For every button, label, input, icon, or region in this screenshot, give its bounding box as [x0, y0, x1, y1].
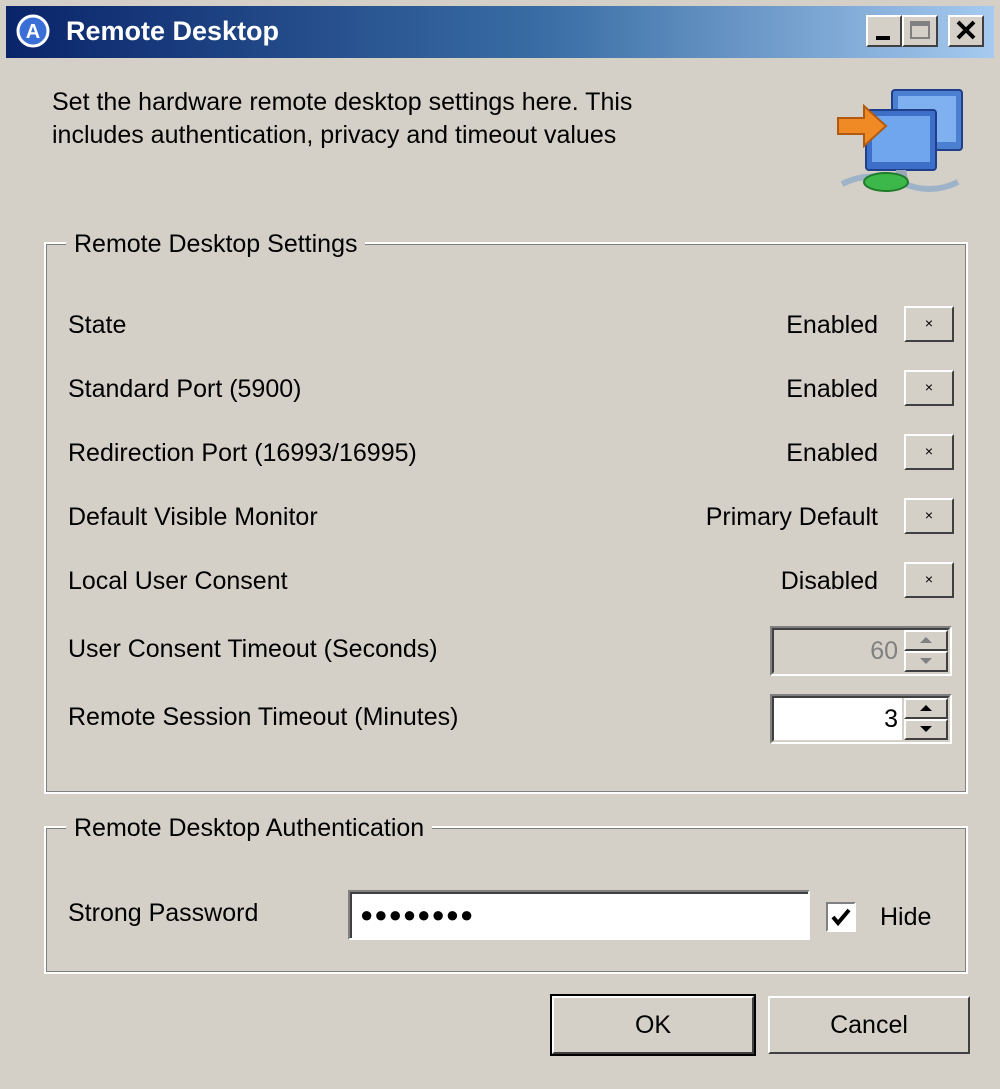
strong-password-value: ●●●●●●●● [350, 892, 808, 938]
default-monitor-toggle-button[interactable]: × [904, 498, 954, 534]
local-user-consent-toggle-button[interactable]: × [904, 562, 954, 598]
intro-line-2: includes authentication, privacy and tim… [52, 121, 617, 149]
session-timeout-up-button[interactable] [904, 698, 948, 719]
strong-password-label: Strong Password [68, 899, 259, 927]
state-label: State [68, 311, 127, 339]
maximize-icon [910, 21, 930, 39]
session-timeout-down-button[interactable] [904, 719, 948, 740]
redirection-port-value: Enabled [786, 439, 878, 467]
minimize-button[interactable] [866, 15, 902, 47]
arrow-down-icon [920, 726, 932, 732]
state-value: Enabled [786, 311, 878, 339]
strong-password-field[interactable]: ●●●●●●●● [348, 890, 810, 940]
session-timeout-label: Remote Session Timeout (Minutes) [68, 703, 459, 731]
state-toggle-button[interactable]: × [904, 306, 954, 342]
intro-text: Set the hardware remote desktop settings… [52, 86, 772, 152]
window-title: Remote Desktop [66, 16, 280, 46]
app-icon: A [16, 14, 50, 48]
network-computers-icon [837, 89, 963, 192]
local-user-consent-value: Disabled [780, 567, 878, 595]
remote-desktop-dialog: A Remote Desktop Set the hardware remote… [0, 0, 1000, 1089]
title-bar[interactable]: A Remote Desktop [6, 6, 994, 58]
arrow-up-icon [920, 637, 932, 643]
redirection-port-label: Redirection Port (16993/16995) [68, 439, 417, 467]
consent-timeout-down-button [904, 651, 948, 672]
intro-line-1: Set the hardware remote desktop settings… [52, 88, 633, 116]
ok-button[interactable]: OK [550, 994, 756, 1056]
consent-timeout-spinner: 60 [770, 626, 952, 676]
maximize-button[interactable] [902, 15, 938, 47]
arrow-down-icon [920, 658, 932, 664]
standard-port-toggle-button[interactable]: × [904, 370, 954, 406]
checkmark-icon [831, 908, 851, 927]
standard-port-label: Standard Port (5900) [68, 375, 302, 403]
default-monitor-value: Primary Default [705, 503, 878, 531]
hide-label[interactable]: Hide [880, 902, 931, 932]
standard-port-value: Enabled [786, 375, 878, 403]
session-timeout-value[interactable]: 3 [774, 698, 902, 740]
arrow-up-icon [920, 705, 932, 711]
minimize-icon [876, 36, 890, 40]
settings-legend: Remote Desktop Settings [66, 229, 366, 259]
consent-timeout-up-button [904, 630, 948, 651]
default-monitor-label: Default Visible Monitor [68, 503, 318, 531]
cancel-button[interactable]: Cancel [768, 996, 970, 1054]
local-user-consent-label: Local User Consent [68, 567, 288, 595]
authentication-legend: Remote Desktop Authentication [66, 813, 433, 843]
close-icon [956, 20, 976, 40]
consent-timeout-label: User Consent Timeout (Seconds) [68, 635, 438, 663]
hide-checkbox[interactable] [826, 902, 856, 932]
consent-timeout-value: 60 [870, 637, 898, 665]
session-timeout-spinner[interactable]: 3 [770, 694, 952, 744]
close-button[interactable] [948, 15, 984, 47]
redirection-port-toggle-button[interactable]: × [904, 434, 954, 470]
svg-text:A: A [26, 21, 40, 43]
